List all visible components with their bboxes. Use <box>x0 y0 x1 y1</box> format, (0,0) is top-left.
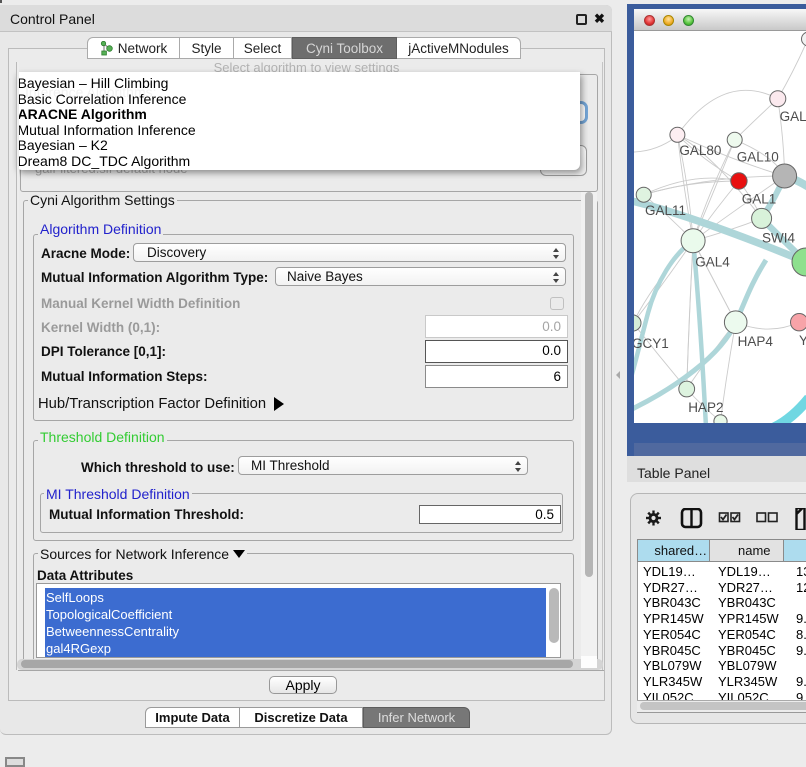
svg-text:GAL1: GAL1 <box>742 192 777 207</box>
svg-text:SWI4: SWI4 <box>762 230 795 245</box>
svg-text:HAP4: HAP4 <box>738 334 774 349</box>
svg-text:GCY1: GCY1 <box>634 336 669 351</box>
svg-text:GAL4: GAL4 <box>695 255 730 270</box>
svg-text:GAL80: GAL80 <box>679 143 721 158</box>
svg-text:GAL11: GAL11 <box>645 203 686 218</box>
svg-text:GAL7: GAL7 <box>780 109 806 124</box>
svg-text:GAL10: GAL10 <box>737 149 779 164</box>
svg-text:HAP2: HAP2 <box>688 400 723 415</box>
svg-text:Y: Y <box>799 333 806 348</box>
